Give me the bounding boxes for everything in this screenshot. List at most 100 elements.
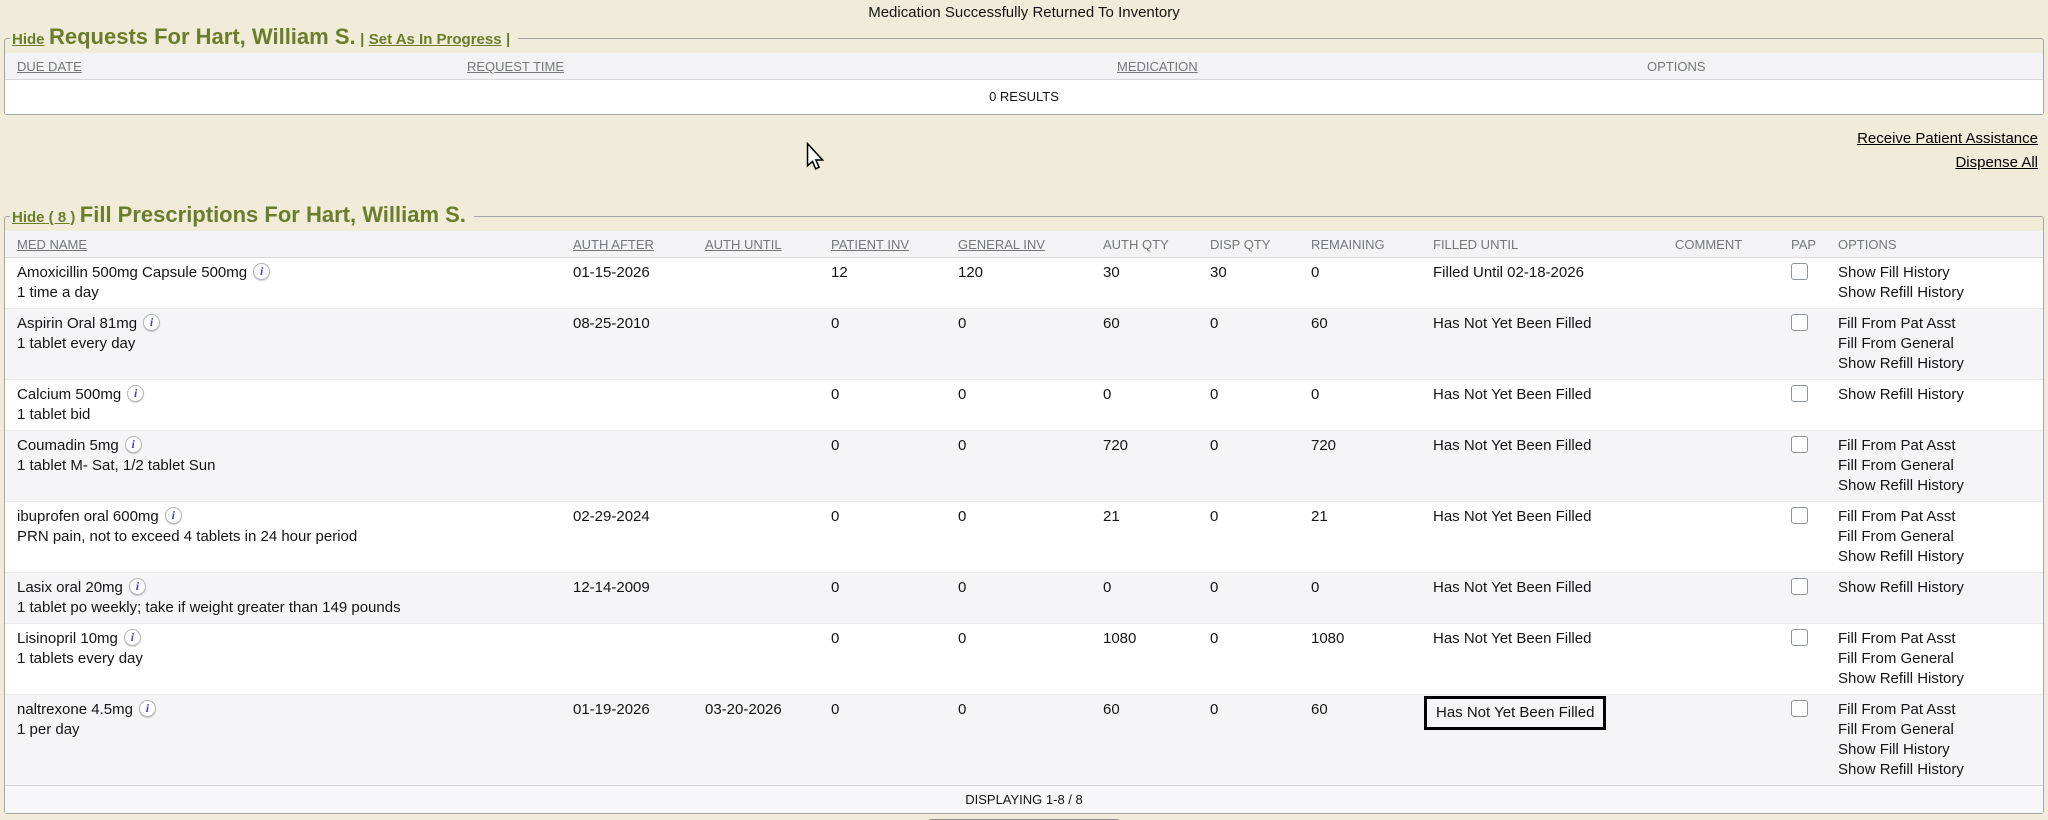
column-header: AUTH QTY [1093,231,1200,257]
column-header-label[interactable]: REQUEST TIME [467,59,564,74]
med-name-line: Amoxicillin 500mg Capsule 500mgi [17,263,563,283]
column-header-label: OPTIONS [1838,237,1897,252]
filled-until-status: Has Not Yet Been Filled [1433,386,1591,403]
pap-checkbox[interactable] [1791,700,1808,717]
rx-option-link[interactable]: Fill From Pat Asst [1838,700,2043,720]
column-header-label[interactable]: AUTH UNTIL [705,237,782,252]
rx-option-link[interactable]: Fill From General [1838,456,2043,476]
pap-checkbox[interactable] [1791,507,1808,524]
med-name-cell: ibuprofen oral 600mgiPRN pain, not to ex… [5,502,563,572]
auth-until-cell [695,502,821,572]
auth-after-cell: 01-19-2026 [563,695,695,785]
info-icon[interactable]: i [124,629,141,646]
rx-option-link[interactable]: Show Fill History [1838,263,2043,283]
info-icon[interactable]: i [253,263,270,280]
rx-option-link[interactable]: Show Refill History [1838,385,2043,405]
auth-until-cell [695,309,821,379]
filled-until-status: Has Not Yet Been Filled [1433,315,1591,332]
column-header-label[interactable]: DUE DATE [17,59,82,74]
options-cell: Fill From Pat AsstFill From GeneralShow … [1828,624,2043,694]
rx-option-link[interactable]: Show Refill History [1838,760,2043,780]
auth-qty-cell: 0 [1093,573,1200,623]
rx-option-link[interactable]: Show Refill History [1838,354,2043,374]
pap-checkbox[interactable] [1791,385,1808,402]
general-inv-cell: 0 [948,380,1093,430]
disp-qty-cell: 0 [1200,573,1301,623]
rx-option-link[interactable]: Fill From Pat Asst [1838,507,2043,527]
filled-until-cell: Has Not Yet Been Filled [1423,309,1665,379]
pap-checkbox[interactable] [1791,314,1808,331]
auth-qty-cell: 60 [1093,695,1200,785]
rx-option-link[interactable]: Show Refill History [1838,578,2043,598]
column-header: OPTIONS [1635,53,2043,79]
column-header: REMAINING [1301,231,1423,257]
pap-checkbox[interactable] [1791,578,1808,595]
column-header-label[interactable]: PATIENT INV [831,237,909,252]
general-inv-cell: 0 [948,502,1093,572]
set-as-in-progress-link[interactable]: Set As In Progress [369,31,502,48]
dispense-all-link[interactable]: Dispense All [1955,151,2038,175]
receive-patient-assistance-link[interactable]: Receive Patient Assistance [1857,127,2038,151]
auth-after-cell [563,624,695,694]
filled-until-status: Has Not Yet Been Filled [1433,630,1591,647]
med-name-cell: naltrexone 4.5mgi1 per day [5,695,563,785]
rx-option-link[interactable]: Show Refill History [1838,547,2043,567]
disp-qty-cell: 30 [1200,258,1301,308]
patient-inv-cell: 12 [821,258,948,308]
remaining-cell: 0 [1301,258,1423,308]
rx-option-link[interactable]: Fill From General [1838,334,2043,354]
pap-checkbox[interactable] [1791,436,1808,453]
prescriptions-hide-link[interactable]: Hide ( 8 ) [12,209,75,226]
column-header-label[interactable]: MEDICATION [1117,59,1198,74]
patient-inv-cell: 0 [821,695,948,785]
disp-qty-cell: 0 [1200,624,1301,694]
rx-option-link[interactable]: Fill From Pat Asst [1838,436,2043,456]
rx-option-link[interactable]: Fill From General [1838,649,2043,669]
comment-cell [1665,309,1781,379]
remaining-cell: 60 [1301,309,1423,379]
comment-cell [1665,573,1781,623]
general-inv-cell: 0 [948,309,1093,379]
filled-until-cell: Has Not Yet Been Filled [1423,695,1665,785]
pap-checkbox[interactable] [1791,263,1808,280]
column-header: GENERAL INV [948,231,1093,257]
info-icon[interactable]: i [143,314,160,331]
auth-until-cell [695,258,821,308]
column-header-label[interactable]: GENERAL INV [958,237,1045,252]
table-row: Lasix oral 20mgi1 tablet po weekly; take… [5,573,2043,624]
column-header: PATIENT INV [821,231,948,257]
column-header-label: DISP QTY [1210,237,1270,252]
info-icon[interactable]: i [129,578,146,595]
comment-cell [1665,380,1781,430]
rx-option-link[interactable]: Fill From General [1838,527,2043,547]
rx-option-link[interactable]: Fill From Pat Asst [1838,314,2043,334]
prescriptions-section-title: Fill Prescriptions For Hart, William S. [80,202,466,227]
med-name: Coumadin 5mg [17,437,119,454]
sig-text: PRN pain, not to exceed 4 tablets in 24 … [17,527,563,547]
rx-option-link[interactable]: Show Refill History [1838,669,2043,689]
info-icon[interactable]: i [125,436,142,453]
info-icon[interactable]: i [165,507,182,524]
rx-option-link[interactable]: Show Refill History [1838,283,2043,303]
comment-cell [1665,258,1781,308]
column-header-label[interactable]: MED NAME [17,237,87,252]
rx-option-link[interactable]: Show Fill History [1838,740,2043,760]
info-icon[interactable]: i [139,700,156,717]
pap-checkbox[interactable] [1791,629,1808,646]
column-header-label[interactable]: AUTH AFTER [573,237,654,252]
rx-option-link[interactable]: Fill From General [1838,720,2043,740]
rx-option-link[interactable]: Fill From Pat Asst [1838,629,2043,649]
column-header: DUE DATE [5,53,455,79]
requests-hide-link[interactable]: Hide [12,31,45,48]
sig-text: 1 tablet bid [17,405,563,425]
sig-text: 1 tablet po weekly; take if weight great… [17,598,563,618]
info-icon[interactable]: i [127,385,144,402]
general-inv-cell: 0 [948,431,1093,501]
column-header-label: REMAINING [1311,237,1385,252]
table-row: naltrexone 4.5mgi1 per day01-19-202603-2… [5,695,2043,785]
displaying-count: DISPLAYING 1-8 / 8 [5,785,2043,813]
rx-option-link[interactable]: Show Refill History [1838,476,2043,496]
auth-after-cell: 02-29-2024 [563,502,695,572]
auth-after-cell: 01-15-2026 [563,258,695,308]
table-row: Aspirin Oral 81mgi1 tablet every day08-2… [5,309,2043,380]
